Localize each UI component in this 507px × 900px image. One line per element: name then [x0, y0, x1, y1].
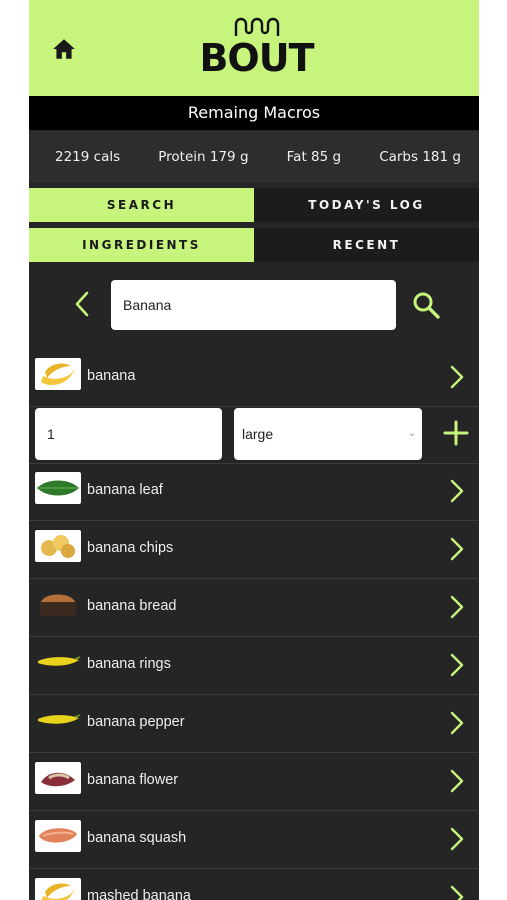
- back-chevron-icon[interactable]: [73, 290, 91, 318]
- search-row: [29, 268, 479, 348]
- macros-title-bar: Remaing Macros: [29, 96, 479, 130]
- chevron-down-icon: ⌄: [407, 428, 416, 439]
- tab-search[interactable]: SEARCH: [29, 188, 254, 222]
- result-label: banana leaf: [87, 482, 163, 498]
- result-row-banana[interactable]: banana: [29, 350, 479, 407]
- quantity-row: large ⌄: [29, 406, 479, 464]
- result-row-banana-chips[interactable]: banana chips: [29, 522, 479, 579]
- result-row-banana-pepper[interactable]: banana pepper: [29, 696, 479, 753]
- add-icon[interactable]: [443, 420, 469, 446]
- tab-todays-log[interactable]: TODAY'S LOG: [254, 188, 479, 222]
- chevron-right-icon[interactable]: [449, 364, 465, 390]
- chevron-right-icon[interactable]: [449, 594, 465, 620]
- app-screen: BOUT Remaing Macros 2219 cals Protein 17…: [29, 0, 479, 900]
- quantity-input[interactable]: [35, 408, 222, 460]
- search-icon[interactable]: [411, 290, 441, 320]
- banana-squash-icon: [35, 820, 81, 852]
- chevron-right-icon[interactable]: [449, 652, 465, 678]
- banana-pepper-icon: [35, 704, 81, 736]
- result-label: banana bread: [87, 598, 177, 614]
- banana-bread-icon: [35, 588, 81, 620]
- sub-tabs: INGREDIENTS RECENT: [29, 228, 479, 262]
- bout-logo: BOUT: [199, 14, 315, 84]
- main-tabs: SEARCH TODAY'S LOG: [29, 188, 479, 222]
- chevron-right-icon[interactable]: [449, 768, 465, 794]
- result-row-mashed-banana[interactable]: mashed banana: [29, 870, 479, 900]
- home-icon[interactable]: [51, 36, 77, 62]
- mashed-banana-icon: [35, 878, 81, 900]
- banana-leaf-icon: [35, 472, 81, 504]
- chevron-right-icon[interactable]: [449, 884, 465, 900]
- unit-select[interactable]: large ⌄: [234, 408, 422, 460]
- result-label: banana flower: [87, 772, 179, 788]
- result-row-banana-bread[interactable]: banana bread: [29, 580, 479, 637]
- macros-summary: 2219 cals Protein 179 g Fat 85 g Carbs 1…: [29, 131, 479, 183]
- app-header: BOUT: [29, 0, 479, 96]
- result-label: mashed banana: [87, 888, 191, 900]
- result-row-banana-leaf[interactable]: banana leaf: [29, 464, 479, 521]
- chevron-right-icon[interactable]: [449, 826, 465, 852]
- fat-value: Fat 85 g: [286, 149, 342, 165]
- result-label: banana: [87, 368, 136, 384]
- carbs-value: Carbs 181 g: [379, 149, 461, 165]
- result-row-banana-squash[interactable]: banana squash: [29, 812, 479, 869]
- banana-flower-icon: [35, 762, 81, 794]
- calories-value: 2219 cals: [55, 149, 121, 165]
- result-label: banana rings: [87, 656, 171, 672]
- logo-text: BOUT: [199, 36, 314, 80]
- banana-chips-icon: [35, 530, 81, 562]
- chevron-right-icon[interactable]: [449, 710, 465, 736]
- unit-select-value: large: [242, 426, 274, 442]
- banana-icon: [35, 358, 81, 390]
- tab-ingredients[interactable]: INGREDIENTS: [29, 228, 254, 262]
- search-input[interactable]: [111, 280, 396, 330]
- result-row-banana-flower[interactable]: banana flower: [29, 754, 479, 811]
- result-row-banana-rings[interactable]: banana rings: [29, 638, 479, 695]
- tab-recent[interactable]: RECENT: [254, 228, 479, 262]
- result-label: banana pepper: [87, 714, 185, 730]
- result-label: banana squash: [87, 830, 187, 846]
- result-label: banana chips: [87, 540, 174, 556]
- chevron-right-icon[interactable]: [449, 536, 465, 562]
- banana-rings-icon: [35, 646, 81, 678]
- protein-value: Protein 179 g: [158, 149, 249, 165]
- macros-title: Remaing Macros: [187, 103, 321, 122]
- chevron-right-icon[interactable]: [449, 478, 465, 504]
